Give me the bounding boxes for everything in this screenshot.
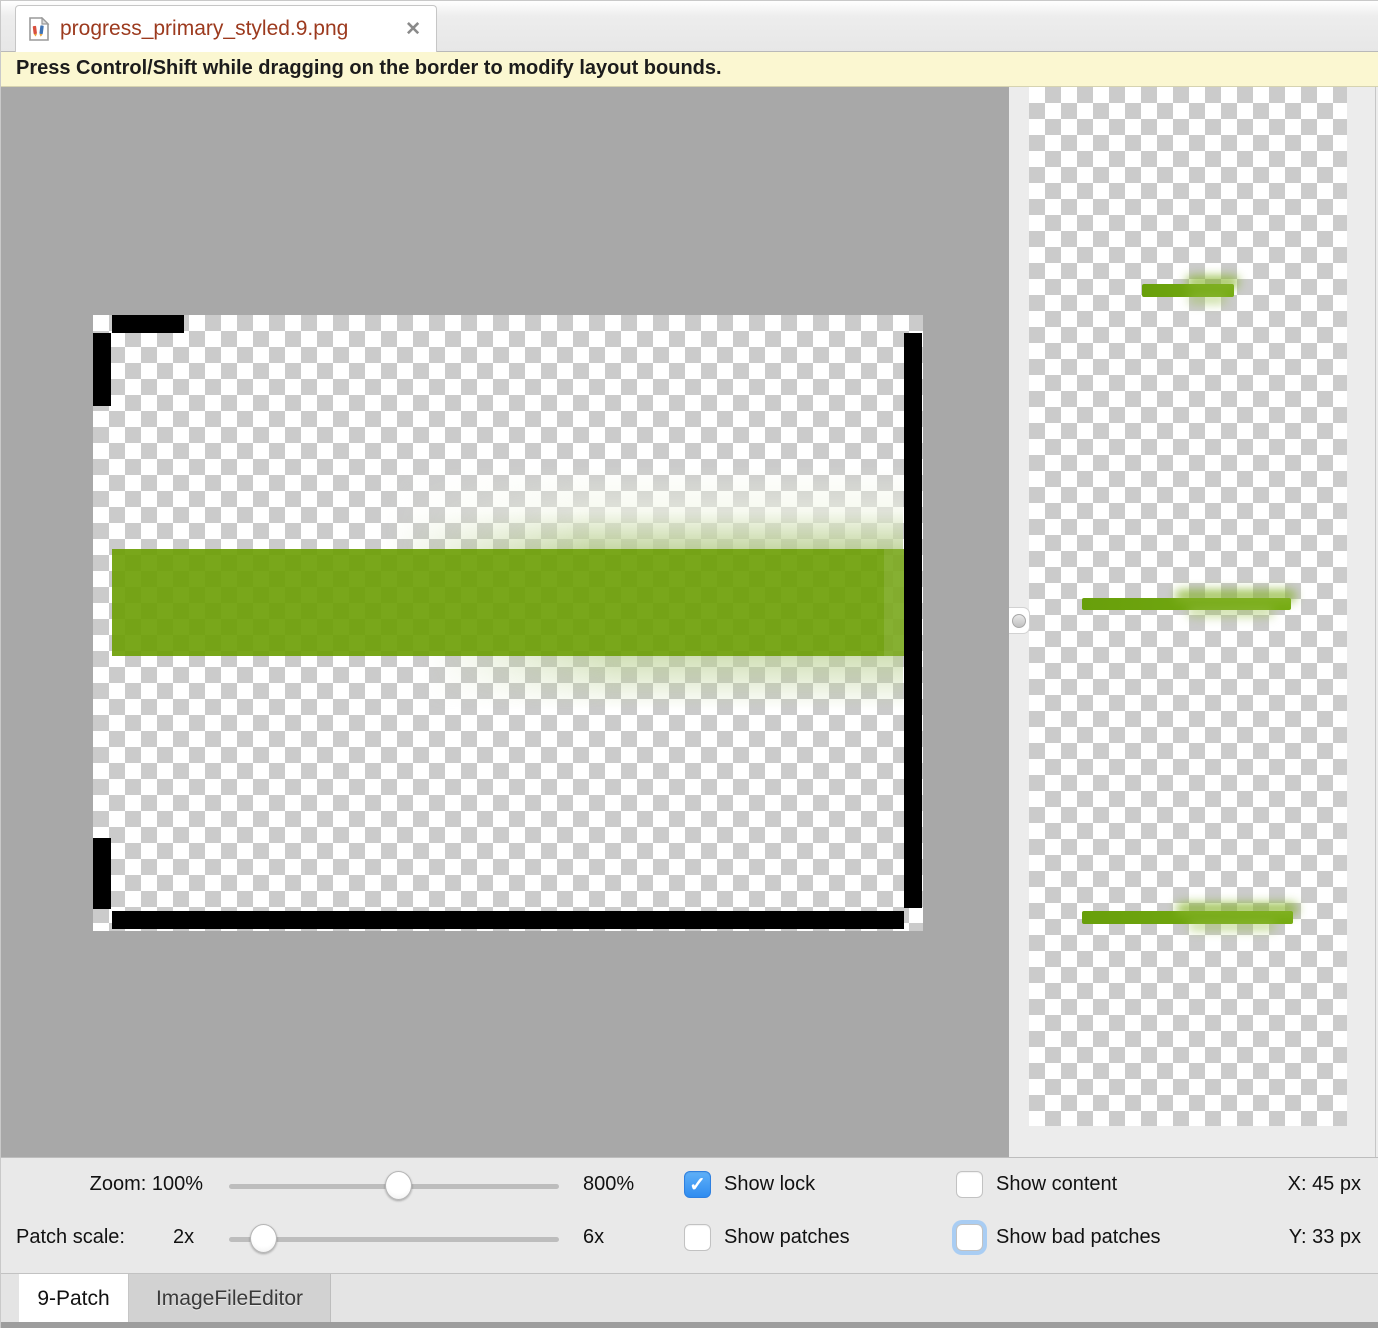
- patch-scale-max: 6x: [583, 1226, 604, 1249]
- show-content-checkbox[interactable]: [956, 1171, 983, 1198]
- file-tab[interactable]: progress_primary_styled.9.png ✕: [15, 5, 437, 52]
- patch-marker-top[interactable]: [112, 315, 184, 333]
- patch-scale-current: 2x: [173, 1226, 194, 1249]
- splitter-handle[interactable]: [1009, 607, 1030, 634]
- preview-bar-small: [1142, 284, 1234, 297]
- show-bad-patches-checkbox[interactable]: [956, 1224, 983, 1251]
- control-panel: Zoom: 100% 800% ✓ Show lock Show content…: [1, 1157, 1378, 1273]
- patch-marker-bottom[interactable]: [112, 911, 904, 929]
- editor-canvas: [1, 87, 1009, 1157]
- progress-bar-pixels: [112, 549, 904, 656]
- show-lock-checkbox[interactable]: ✓: [684, 1171, 711, 1198]
- pane-right-border: [1375, 87, 1376, 1157]
- editor-mode-tab-bar: 9-Patch ImageFileEditor: [1, 1273, 1378, 1322]
- preview-bar-medium: [1082, 598, 1291, 610]
- show-lock-label[interactable]: Show lock: [724, 1173, 815, 1196]
- patch-marker-left-bottom[interactable]: [93, 838, 111, 909]
- tab-imagefileeditor[interactable]: ImageFileEditor: [129, 1274, 331, 1323]
- x-coordinate-readout: X: 45 px: [1288, 1173, 1361, 1196]
- zoom-slider-thumb[interactable]: [385, 1171, 412, 1200]
- show-bad-patches-label[interactable]: Show bad patches: [996, 1226, 1161, 1249]
- show-patches-checkbox[interactable]: [684, 1224, 711, 1251]
- patch-scale-label: Patch scale:: [16, 1226, 125, 1249]
- green-glow-above: [383, 465, 903, 549]
- show-patches-label[interactable]: Show patches: [724, 1226, 850, 1249]
- zoom-label: Zoom: 100%: [1, 1173, 203, 1196]
- close-icon[interactable]: ✕: [402, 18, 424, 41]
- hint-banner: Press Control/Shift while dragging on th…: [1, 52, 1378, 87]
- tab-9patch[interactable]: 9-Patch: [19, 1274, 129, 1323]
- file-tab-bar: progress_primary_styled.9.png ✕: [1, 1, 1378, 52]
- patch-scale-slider-track[interactable]: [229, 1237, 559, 1242]
- patch-scale-slider-thumb[interactable]: [250, 1224, 277, 1253]
- ninepatch-editor-window: progress_primary_styled.9.png ✕ Press Co…: [0, 0, 1378, 1328]
- preview-pane: [1009, 87, 1378, 1157]
- image-file-icon: [28, 17, 50, 41]
- show-content-label[interactable]: Show content: [996, 1173, 1117, 1196]
- patch-marker-right[interactable]: [904, 333, 922, 908]
- zoom-max-label: 800%: [583, 1173, 634, 1196]
- ninepatch-image[interactable]: [93, 315, 923, 931]
- preview-bar-large: [1082, 911, 1293, 924]
- window-bottom-strip: [1, 1322, 1378, 1328]
- green-glow-below: [423, 656, 903, 710]
- file-tab-title: progress_primary_styled.9.png: [60, 17, 392, 41]
- patch-marker-left-top[interactable]: [93, 333, 111, 406]
- splitter-dot-icon: [1012, 614, 1026, 628]
- y-coordinate-readout: Y: 33 px: [1289, 1226, 1361, 1249]
